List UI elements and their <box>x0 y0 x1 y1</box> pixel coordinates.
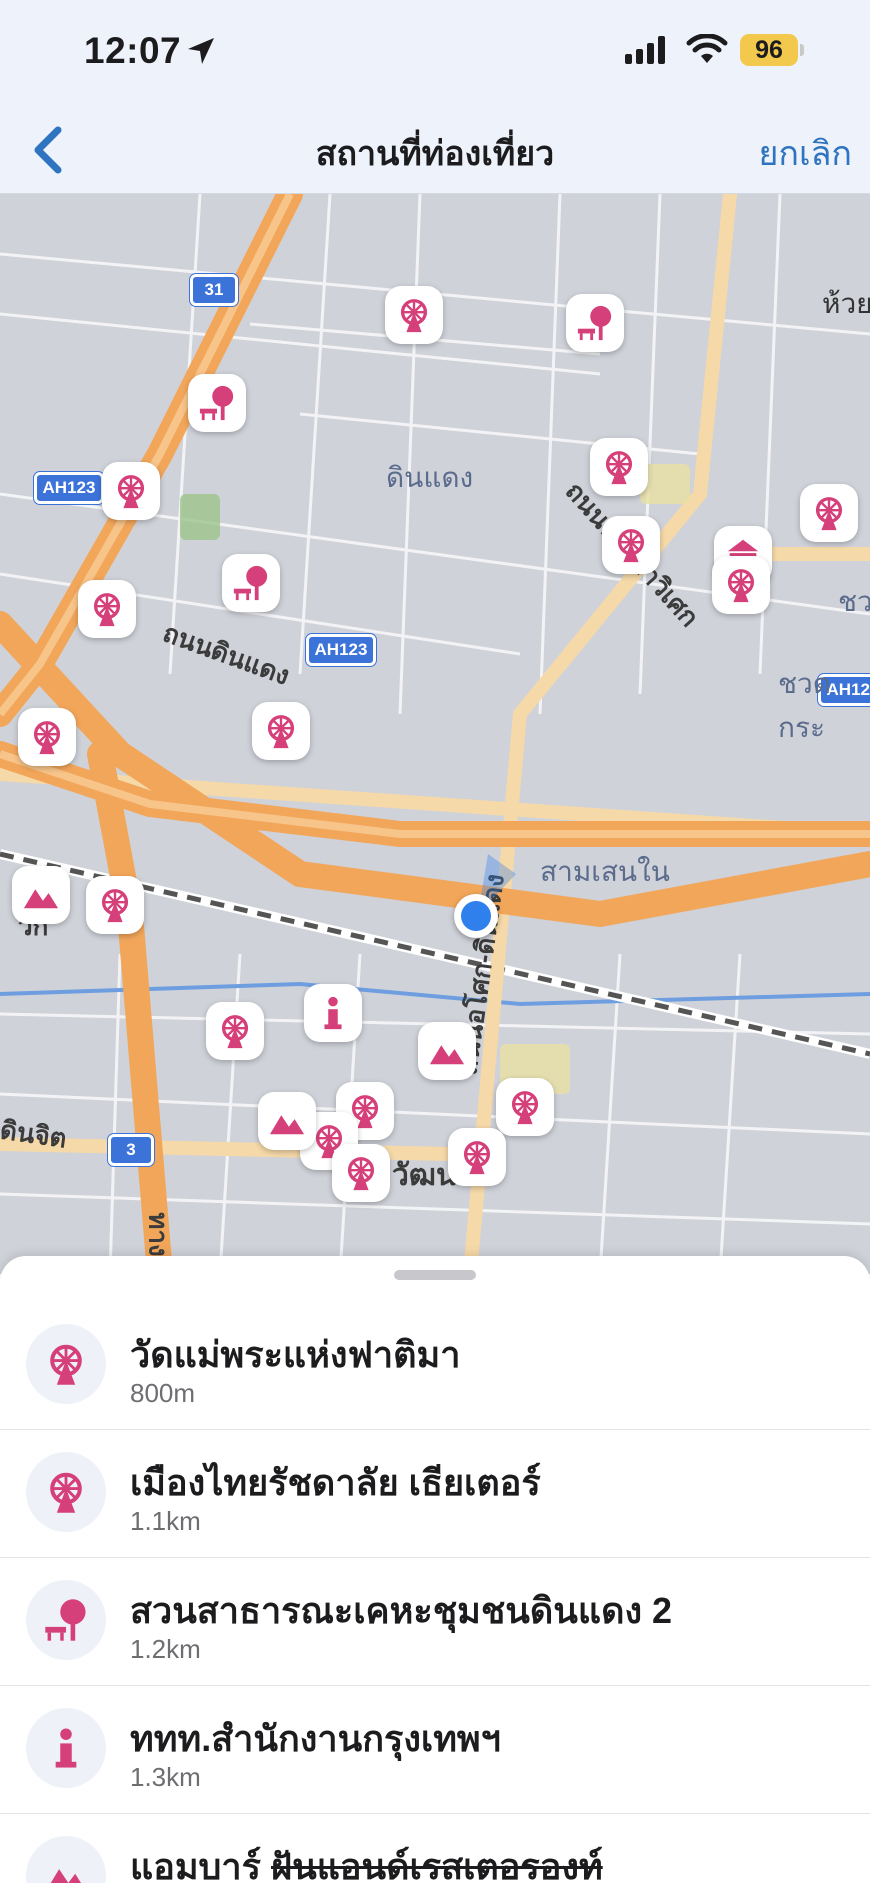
ferris-wheel-icon <box>400 299 428 333</box>
poi-pin[interactable] <box>258 1092 316 1150</box>
route-shield: 31 <box>190 274 238 306</box>
row-icon <box>26 1708 106 1788</box>
poi-pin[interactable] <box>496 1078 554 1136</box>
route-shield: AH123 <box>306 634 376 666</box>
place-distance: 1.2km <box>130 1634 201 1664</box>
poi-pin[interactable] <box>712 556 770 614</box>
place-name: เมืองไทยรัชดาลัย เธียเตอร์ <box>130 1462 541 1503</box>
poi-pin[interactable] <box>332 1144 390 1202</box>
row-icon <box>26 1580 106 1660</box>
list-item[interactable]: สวนสาธารณะเคหะชุมชนดินแดง 2 1.2km <box>0 1558 870 1686</box>
ferris-wheel-icon <box>617 529 645 563</box>
ferris-wheel-icon <box>221 1015 249 1049</box>
row-icon <box>26 1836 106 1883</box>
location-arrow-icon <box>188 38 214 64</box>
poi-pin[interactable] <box>448 1128 506 1186</box>
page-title: สถานที่ท่องเที่ยว <box>315 135 555 173</box>
place-name: แอมบาร์ ฝันแอนด์เรสเตอรองท์ <box>130 1838 603 1883</box>
ferris-wheel-icon <box>93 593 121 627</box>
park-icon <box>45 1599 86 1641</box>
battery-tip <box>800 44 804 56</box>
poi-pin[interactable] <box>590 438 648 496</box>
cancel-button[interactable]: ยกเลิก <box>758 126 852 180</box>
mountain-icon <box>23 889 59 909</box>
place-name: ททท.สำนักงานกรุงเทพฯ <box>130 1718 501 1759</box>
area-label: ห้วย <box>822 288 870 319</box>
ferris-wheel-icon <box>815 497 843 531</box>
poi-pin[interactable] <box>800 484 858 542</box>
poi-pin[interactable] <box>222 554 280 612</box>
map-roads <box>0 194 870 1274</box>
poi-pin[interactable] <box>252 702 310 760</box>
area-label: ชว <box>838 586 870 617</box>
sheet-grabber[interactable] <box>394 1270 476 1280</box>
poi-pin[interactable] <box>566 294 624 352</box>
ferris-wheel-icon <box>511 1091 539 1125</box>
row-icon <box>26 1452 106 1532</box>
status-time: 12:07 <box>84 30 182 71</box>
road-label: ดินจิต <box>0 1114 69 1154</box>
place-distance: 1.3km <box>130 1762 201 1792</box>
place-name: วัดแม่พระแห่งฟาติมา <box>130 1334 461 1375</box>
area-label: ดินแดง <box>386 462 474 493</box>
poi-pin[interactable] <box>206 1002 264 1060</box>
place-name-text: แอมบาร์ <box>130 1846 261 1883</box>
route-shield: 3 <box>108 1134 154 1166</box>
ferris-wheel-icon <box>267 715 295 749</box>
list-item[interactable]: แอมบาร์ ฝันแอนด์เรสเตอรองท์ <box>0 1814 870 1883</box>
poi-pin[interactable] <box>78 580 136 638</box>
road-label: ทาง <box>143 1212 174 1257</box>
place-name: สวนสาธารณะเคหะชุมชนดินแดง 2 <box>130 1590 673 1631</box>
mountain-icon <box>429 1045 465 1065</box>
poi-pin[interactable] <box>86 876 144 934</box>
ferris-wheel-icon <box>50 1472 82 1513</box>
ferris-wheel-icon <box>33 721 61 755</box>
row-icon <box>26 1324 106 1404</box>
places-list: วัดแม่พระแห่งฟาติมา 800m เมืองไทยรัชดาลั… <box>0 1302 870 1883</box>
area-label: ชวดกระ <box>778 668 831 743</box>
poi-pin[interactable] <box>602 516 660 574</box>
wifi-icon <box>686 34 728 63</box>
poi-pin[interactable] <box>418 1022 476 1080</box>
ferris-wheel-icon <box>347 1157 375 1191</box>
place-name-struck: ฝันแอนด์เรสเตอรองท์ <box>270 1846 603 1883</box>
current-location-dot <box>454 894 498 938</box>
poi-pin[interactable] <box>385 286 443 344</box>
ferris-wheel-icon <box>50 1344 82 1385</box>
park-icon <box>233 565 268 601</box>
ferris-wheel-icon <box>605 451 633 485</box>
ferris-wheel-icon <box>463 1141 491 1175</box>
park-icon <box>577 305 612 341</box>
nav-bar: สถานที่ท่องเที่ยว ยกเลิก <box>0 104 870 194</box>
poi-pin[interactable] <box>102 462 160 520</box>
poi-pin[interactable] <box>188 374 246 432</box>
place-distance: 800m <box>130 1378 196 1408</box>
mountain-icon <box>269 1115 305 1135</box>
poi-pin[interactable] <box>18 708 76 766</box>
route-shield: AH123 <box>34 472 104 504</box>
mountain-icon <box>50 1869 82 1883</box>
info-icon <box>55 1728 77 1768</box>
ferris-wheel-icon <box>101 889 129 923</box>
results-sheet[interactable]: วัดแม่พระแห่งฟาติมา 800m เมืองไทยรัชดาลั… <box>0 1256 870 1883</box>
battery-level: 96 <box>740 34 798 66</box>
status-bar: 12:07 96 <box>0 0 870 104</box>
list-item[interactable]: เมืองไทยรัชดาลัย เธียเตอร์ 1.1km <box>0 1430 870 1558</box>
poi-pin[interactable] <box>12 866 70 924</box>
poi-pin[interactable] <box>304 984 362 1042</box>
list-item[interactable]: ททท.สำนักงานกรุงเทพฯ 1.3km <box>0 1686 870 1814</box>
cellular-signal-icon <box>625 36 665 64</box>
place-distance: 1.1km <box>130 1506 201 1536</box>
ferris-wheel-icon <box>117 475 145 509</box>
ferris-wheel-icon <box>727 569 755 603</box>
map-view[interactable]: 31 AH123 AH123 AH123 3 ดินแดง สามเสนใน ช… <box>0 194 870 1274</box>
park-icon <box>199 385 234 421</box>
list-item[interactable]: วัดแม่พระแห่งฟาติมา 800m <box>0 1302 870 1430</box>
area-label: สามเสนใน <box>540 856 670 887</box>
info-icon <box>324 996 342 1030</box>
